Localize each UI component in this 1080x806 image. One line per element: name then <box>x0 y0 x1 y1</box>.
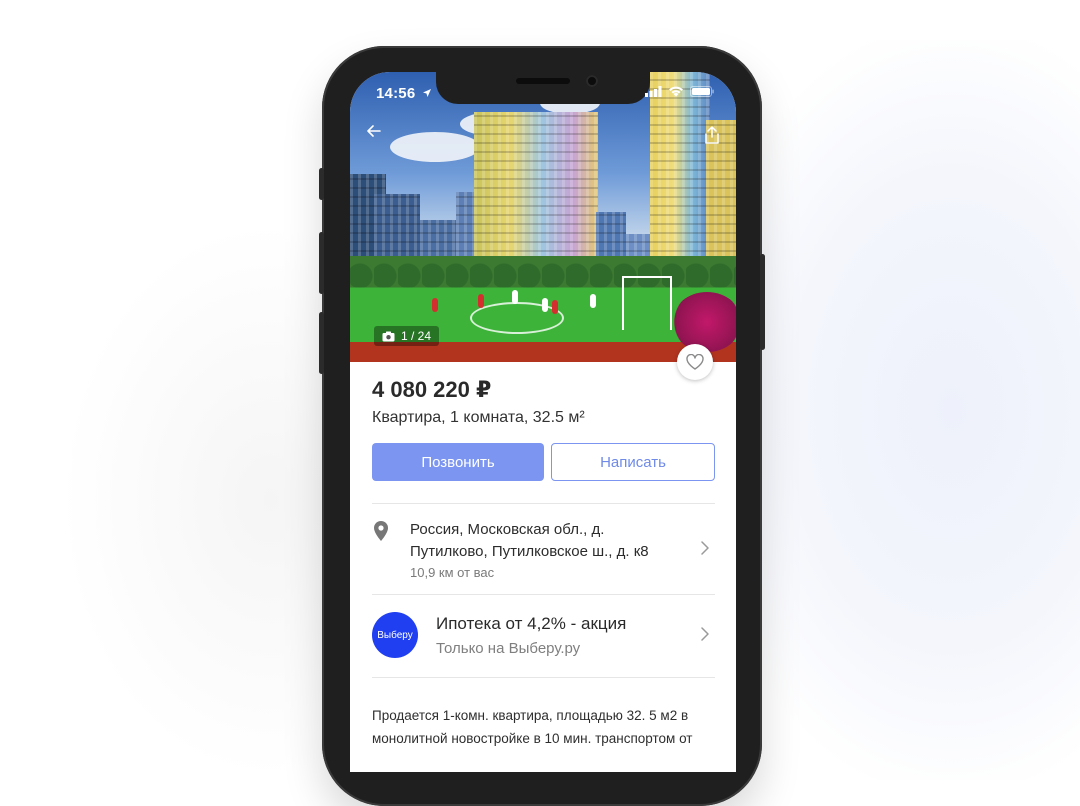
photo-counter-label: 1 / 24 <box>401 329 432 343</box>
address-row[interactable]: Россия, Московская обл., д. Путилково, П… <box>372 518 715 580</box>
player <box>552 300 558 314</box>
mute-switch <box>319 168 324 200</box>
player <box>542 298 548 312</box>
listing-content: 4 080 220 ₽ Квартира, 1 комната, 32.5 м²… <box>372 377 715 750</box>
volume-down-button <box>319 312 324 374</box>
listing-subtitle: Квартира, 1 комната, 32.5 м² <box>372 409 585 426</box>
favorite-button[interactable] <box>677 344 713 380</box>
location-arrow-icon <box>422 89 431 97</box>
status-indicators <box>645 86 714 97</box>
building <box>474 112 598 270</box>
field-center-circle <box>470 302 564 334</box>
building <box>650 72 710 270</box>
description-line-2: монолитной новостройке в 10 мин. транспо… <box>372 731 693 746</box>
promo-title: Ипотека от 4,2% - акция <box>436 613 627 633</box>
address-text: Россия, Московская обл., д. Путилково, П… <box>410 519 649 580</box>
address-line-1: Россия, Московская обл., д. <box>410 520 605 538</box>
phone-screen: 1 / 24 14:56 4 080 220 ₽ Квартира, 1 ком… <box>350 72 736 772</box>
contact-actions: Позвонить Написать <box>372 443 715 481</box>
vyberu-logo: Выберу <box>372 612 418 658</box>
player <box>590 294 596 308</box>
status-time-label: 14:56 <box>376 85 416 102</box>
flower-bush <box>672 292 736 352</box>
heart-icon <box>686 354 704 370</box>
wifi-icon <box>669 86 683 97</box>
mortgage-promo-row[interactable]: Выберу Ипотека от 4,2% - акция Только на… <box>372 603 715 667</box>
player <box>478 294 484 308</box>
listing-description: Продается 1-комн. квартира, площадью 32.… <box>372 704 715 750</box>
background-glow-left <box>60 220 360 780</box>
divider <box>372 503 715 504</box>
share-icon[interactable] <box>704 126 720 149</box>
front-camera <box>586 75 598 87</box>
earpiece-speaker <box>516 78 570 84</box>
listing-price: 4 080 220 ₽ <box>372 377 492 402</box>
tree-line <box>350 256 736 290</box>
location-pin-icon <box>372 520 390 547</box>
phone-notch <box>436 72 650 104</box>
back-arrow-icon[interactable] <box>366 123 382 144</box>
football-goal <box>622 276 672 330</box>
address-distance: 10,9 км от вас <box>410 564 495 580</box>
description-line-1: Продается 1-комн. квартира, площадью 32.… <box>372 708 689 723</box>
chevron-right-icon <box>701 539 709 560</box>
cloud <box>390 132 480 162</box>
promo-subtitle: Только на Выберу.ру <box>436 639 581 657</box>
call-button[interactable]: Позвонить <box>372 443 544 481</box>
power-button <box>760 254 765 350</box>
message-button[interactable]: Написать <box>551 443 715 481</box>
player <box>432 298 438 312</box>
chevron-right-icon <box>701 625 709 646</box>
status-time: 14:56 <box>376 85 432 102</box>
camera-icon <box>382 331 395 341</box>
battery-icon <box>690 86 714 97</box>
photo-counter: 1 / 24 <box>374 326 440 346</box>
player <box>512 290 518 304</box>
address-line-2: Путилково, Путилковское ш., д. к8 <box>410 542 649 560</box>
divider <box>372 594 715 595</box>
volume-up-button <box>319 232 324 294</box>
promo-text: Ипотека от 4,2% - акция Только на Выберу… <box>436 614 626 657</box>
listing-photo[interactable]: 1 / 24 <box>350 72 736 362</box>
divider <box>372 677 715 678</box>
signal-icon <box>645 86 662 97</box>
